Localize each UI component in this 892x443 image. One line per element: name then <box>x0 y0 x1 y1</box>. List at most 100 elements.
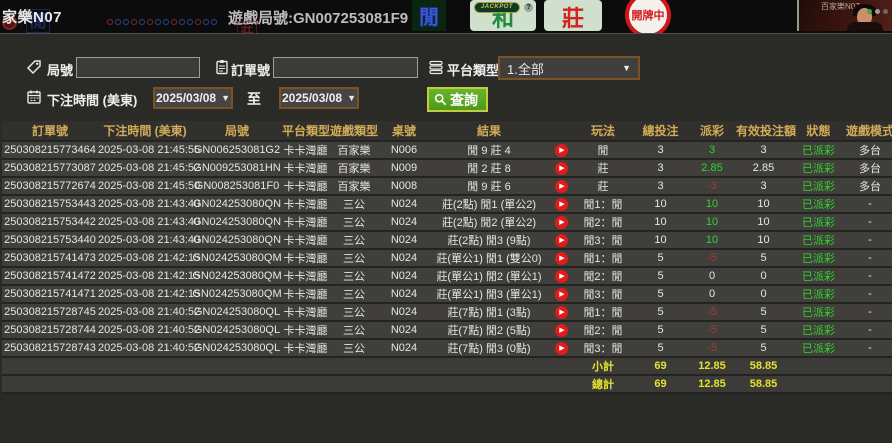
cell-round-id: GN024253080QL <box>192 340 282 358</box>
cell-round-id: GN024253080QN <box>192 214 282 232</box>
cell-round-id: GN024253080QN <box>192 232 282 250</box>
col-mode: 遊戲模式 <box>846 121 892 142</box>
cell-payout: 3 <box>688 142 736 160</box>
play-video-icon[interactable] <box>555 144 568 157</box>
table-row: 250308215741472 2025-03-08 21:42:15 GN02… <box>2 268 892 286</box>
cell-mode: - <box>846 196 892 214</box>
platform-select[interactable]: 1.全部 ▼ <box>498 56 640 80</box>
bet-records-table: 訂單號 下注時間 (美東) 局號 平台類型 遊戲類型 桌號 結果 玩法 總投注 … <box>2 121 892 394</box>
cell-replay <box>549 232 573 250</box>
cell-order-id: 250308215728744 <box>2 322 98 340</box>
cell-payout: -5 <box>688 304 736 322</box>
play-video-icon[interactable] <box>555 342 568 355</box>
cell-play-type: 閒1：閒 <box>573 304 633 322</box>
cell-replay <box>549 322 573 340</box>
cell-table-no: N009 <box>379 160 429 178</box>
tag-icon <box>26 59 42 75</box>
cell-status: 已派彩 <box>791 250 846 268</box>
cell-game-type: 三公 <box>329 340 379 358</box>
player-bet-zone[interactable]: 閒 <box>412 0 446 31</box>
cell-status: 已派彩 <box>791 268 846 286</box>
platform-list-icon <box>428 59 444 75</box>
play-video-icon[interactable] <box>555 288 568 301</box>
cell-mode: - <box>846 214 892 232</box>
calendar-icon <box>26 89 42 105</box>
banker-bet-zone[interactable]: 莊 <box>544 0 602 31</box>
subtotal-row: 小計 69 12.85 58.85 <box>2 358 892 376</box>
query-button[interactable]: 查詢 <box>427 87 488 112</box>
cell-payout: 0 <box>688 286 736 304</box>
cell-play-type: 閒2：閒 <box>573 268 633 286</box>
play-video-icon[interactable] <box>555 252 568 265</box>
cell-replay <box>549 160 573 178</box>
cell-replay <box>549 142 573 160</box>
play-video-icon[interactable] <box>555 216 568 229</box>
cell-result: 莊(7點) 閒1 (3點) <box>429 304 549 322</box>
play-video-icon[interactable] <box>555 270 568 283</box>
cell-replay <box>549 286 573 304</box>
cell-game-type: 百家樂 <box>329 142 379 160</box>
cell-platform: 卡卡灣廳 <box>282 322 329 340</box>
cell-table-no: N024 <box>379 196 429 214</box>
table-row: 250308215728743 2025-03-08 21:40:52 GN02… <box>2 340 892 358</box>
play-video-icon[interactable] <box>555 324 568 337</box>
cell-play-type: 閒3：閒 <box>573 340 633 358</box>
cell-order-id: 250308215741472 <box>2 268 98 286</box>
cell-status: 已派彩 <box>791 178 846 196</box>
cell-valid-bet: 5 <box>736 250 791 268</box>
col-table-no: 桌號 <box>379 121 429 142</box>
table-row: 250308215741471 2025-03-08 21:42:15 GN02… <box>2 286 892 304</box>
order-input[interactable] <box>273 57 418 78</box>
cell-result: 莊(單公1) 閒2 (單公1) <box>429 268 549 286</box>
cell-result: 閒 9 莊 6 <box>429 178 549 196</box>
cell-bet-time: 2025-03-08 21:42:15 <box>98 286 192 304</box>
subtotal-label: 小計 <box>573 358 633 376</box>
cell-result: 莊(單公1) 閒1 (雙公0) <box>429 250 549 268</box>
date-from-picker[interactable]: 2025/03/08▼ <box>153 87 233 109</box>
col-replay <box>549 121 573 142</box>
cell-round-id: GN006253081G2 <box>192 142 282 160</box>
cell-total-bet: 5 <box>633 286 688 304</box>
cell-valid-bet: 3 <box>736 178 791 196</box>
cell-order-id: 250308215741473 <box>2 250 98 268</box>
col-bet-time: 下注時間 (美東) <box>98 121 192 142</box>
dealer-video: 百家樂N07 <box>797 0 892 31</box>
play-video-icon[interactable] <box>555 162 568 175</box>
table-row: 250308215728745 2025-03-08 21:40:52 GN02… <box>2 304 892 322</box>
cell-bet-time: 2025-03-08 21:45:50 <box>98 178 192 196</box>
round-input[interactable] <box>76 57 200 78</box>
round-field-label: 局號 <box>47 60 73 79</box>
date-to-picker[interactable]: 2025/03/08▼ <box>279 87 359 109</box>
cell-game-type: 三公 <box>329 268 379 286</box>
cell-status: 已派彩 <box>791 232 846 250</box>
cell-status: 已派彩 <box>791 304 846 322</box>
cell-payout: 10 <box>688 196 736 214</box>
play-video-icon[interactable] <box>555 234 568 247</box>
game-header-bar: 閒 家樂N07 遊戲局號:GN007253081F9 莊 閒 和 JACKPOT… <box>0 0 892 33</box>
play-video-icon[interactable] <box>555 198 568 211</box>
cell-status: 已派彩 <box>791 196 846 214</box>
cell-result: 莊(單公1) 閒3 (單公1) <box>429 286 549 304</box>
cell-order-id: 250308215728745 <box>2 304 98 322</box>
cell-table-no: N024 <box>379 214 429 232</box>
help-icon[interactable]: ? <box>524 3 533 12</box>
cell-mode: - <box>846 250 892 268</box>
cell-total-bet: 3 <box>633 160 688 178</box>
cell-round-id: GN024253080QM <box>192 268 282 286</box>
cell-result: 莊(2點) 閒2 (單公2) <box>429 214 549 232</box>
cell-valid-bet: 5 <box>736 340 791 358</box>
cell-total-bet: 5 <box>633 322 688 340</box>
cell-order-id: 250308215753442 <box>2 214 98 232</box>
play-video-icon[interactable] <box>555 180 568 193</box>
cell-table-no: N024 <box>379 232 429 250</box>
cell-bet-time: 2025-03-08 21:45:55 <box>98 142 192 160</box>
cell-platform: 卡卡灣廳 <box>282 214 329 232</box>
cell-round-id: GN024253080QM <box>192 250 282 268</box>
play-video-icon[interactable] <box>555 306 568 319</box>
subtotal-total-bet: 69 <box>633 358 688 376</box>
cell-game-type: 三公 <box>329 286 379 304</box>
col-play-type: 玩法 <box>573 121 633 142</box>
grand-total-total-bet: 69 <box>633 376 688 394</box>
bet-time-label: 下注時間 (美東) <box>47 90 137 109</box>
cell-mode: 多台 <box>846 142 892 160</box>
